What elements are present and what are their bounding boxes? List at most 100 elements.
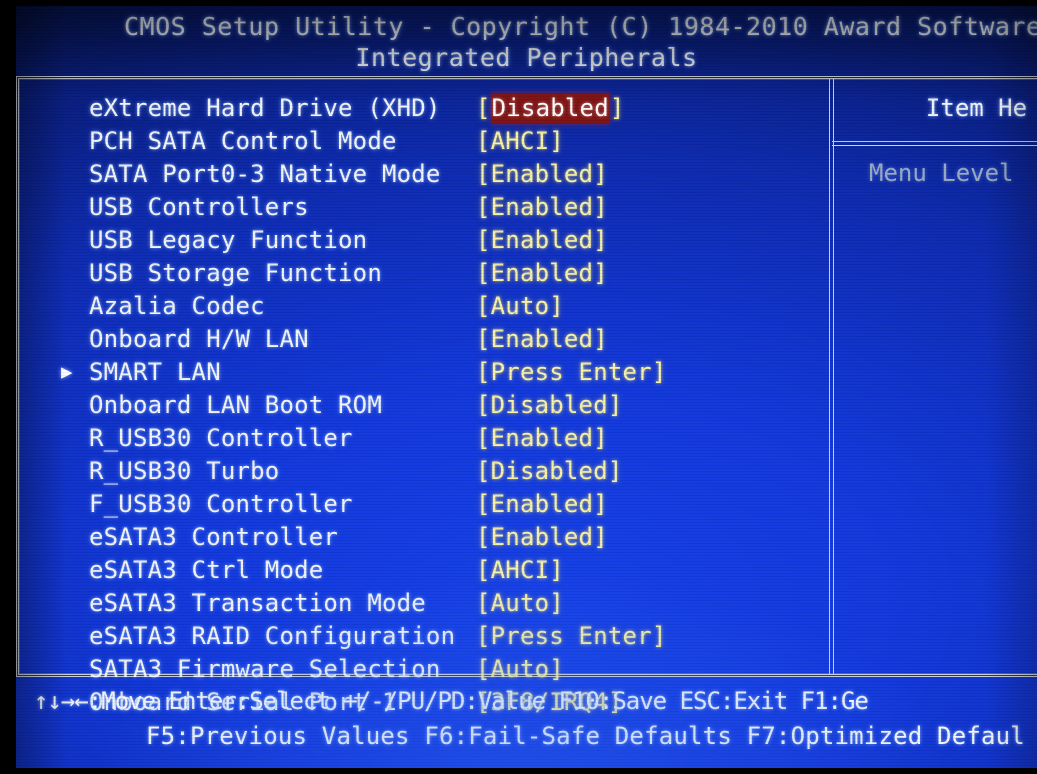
bracket-open: [	[476, 391, 491, 419]
bracket-close: ]	[593, 325, 608, 353]
option-value-text: Press Enter	[490, 358, 652, 386]
option-label: Onboard H/W LAN	[89, 325, 309, 353]
option-value[interactable]: [Enabled]	[476, 191, 608, 224]
bracket-open: [	[476, 325, 491, 353]
bracket-close: ]	[609, 94, 625, 122]
bracket-close: ]	[549, 556, 564, 584]
bracket-close: ]	[651, 622, 667, 650]
option-row[interactable]: eSATA3 Ctrl Mode [AHCI]	[19, 554, 829, 587]
option-row[interactable]: SATA3 Firmware Selection [Auto]	[19, 653, 829, 686]
option-value-text: Auto	[490, 655, 550, 683]
bracket-open: [	[476, 358, 491, 386]
option-value[interactable]: [Press Enter]	[476, 356, 666, 389]
key-legend-line-1: ↑↓→←:Move Enter:Select +/-/PU/PD:Value F…	[34, 687, 869, 715]
option-label: USB Legacy Function	[89, 226, 368, 254]
bracket-close: ]	[593, 490, 608, 518]
option-value-text: Enabled	[490, 490, 594, 518]
option-row[interactable]: SATA Port0-3 Native Mode [Enabled]	[19, 158, 829, 191]
option-label: PCH SATA Control Mode	[89, 127, 397, 155]
option-row[interactable]: ▶ SMART LAN [Press Enter]	[19, 356, 829, 389]
option-row[interactable]: PCH SATA Control Mode [AHCI]	[19, 125, 829, 158]
option-value-text: Auto	[490, 589, 550, 617]
bracket-open: [	[476, 193, 491, 221]
option-row[interactable]: Azalia Codec [Auto]	[19, 290, 829, 323]
option-value[interactable]: [Enabled]	[476, 488, 608, 521]
bracket-open: [	[476, 226, 491, 254]
option-value-text: Enabled	[490, 226, 594, 254]
option-value[interactable]: [Auto]	[476, 290, 564, 323]
option-row[interactable]: R_USB30 Controller [Enabled]	[19, 422, 829, 455]
option-row[interactable]: eSATA3 Controller [Enabled]	[19, 521, 829, 554]
item-help-panel: Item He Menu Level	[832, 79, 1037, 674]
bracket-open: [	[476, 457, 491, 485]
bracket-open: [	[476, 292, 491, 320]
option-value[interactable]: [Disabled]	[476, 389, 623, 422]
option-row[interactable]: eXtreme Hard Drive (XHD) [Disabled]	[19, 92, 829, 125]
option-value-text: Enabled	[490, 259, 594, 287]
option-value-text: Enabled	[490, 325, 594, 353]
main-panel: eXtreme Hard Drive (XHD) [Disabled] PCH SA…	[16, 76, 1037, 716]
bracket-close: ]	[651, 358, 667, 386]
option-value[interactable]: [Enabled]	[476, 158, 608, 191]
option-value-text: Disabled	[490, 93, 610, 124]
bracket-open: [	[476, 655, 491, 683]
option-value[interactable]: [Disabled]	[476, 455, 623, 488]
option-value[interactable]: [Disabled]	[476, 92, 625, 125]
bracket-close: ]	[593, 424, 608, 452]
option-row[interactable]: USB Controllers [Enabled]	[19, 191, 829, 224]
title-block: CMOS Setup Utility - Copyright (C) 1984-…	[16, 6, 1037, 73]
option-label: R_USB30 Controller	[89, 424, 353, 452]
option-row[interactable]: eSATA3 RAID Configuration [Press Enter]	[19, 620, 829, 653]
option-row[interactable]: USB Storage Function [Enabled]	[19, 257, 829, 290]
bracket-close: ]	[607, 457, 623, 485]
bracket-close: ]	[593, 259, 608, 287]
crt-screen: CMOS Setup Utility - Copyright (C) 1984-…	[0, 0, 1037, 774]
bracket-close: ]	[593, 523, 608, 551]
option-value[interactable]: [Enabled]	[476, 257, 608, 290]
bracket-open: [	[476, 523, 491, 551]
item-help-title: Item He	[925, 94, 1028, 122]
option-value[interactable]: [Enabled]	[476, 422, 608, 455]
option-label: eXtreme Hard Drive (XHD)	[89, 94, 441, 122]
option-value[interactable]: [Enabled]	[476, 224, 608, 257]
option-value-text: Enabled	[490, 523, 594, 551]
bracket-open: [	[476, 259, 491, 287]
item-help-separator	[832, 141, 1037, 146]
option-value[interactable]: [AHCI]	[476, 554, 564, 587]
option-value[interactable]: [Enabled]	[476, 323, 608, 356]
bracket-close: ]	[549, 292, 564, 320]
submenu-arrow-icon: ▶	[61, 361, 73, 383]
option-label: Azalia Codec	[89, 292, 265, 320]
bracket-open: [	[476, 556, 491, 584]
options-list: eXtreme Hard Drive (XHD) [Disabled] PCH SA…	[19, 79, 829, 719]
option-row[interactable]: USB Legacy Function [Enabled]	[19, 224, 829, 257]
option-label: eSATA3 Ctrl Mode	[89, 556, 324, 584]
key-legend-bar: ↑↓→←:Move Enter:Select +/-/PU/PD:Value F…	[16, 684, 1037, 754]
option-row[interactable]: Onboard LAN Boot ROM [Disabled]	[19, 389, 829, 422]
option-value-text: Press Enter	[490, 622, 652, 650]
option-label: eSATA3 Controller	[89, 523, 339, 551]
option-row[interactable]: eSATA3 Transaction Mode [Auto]	[19, 587, 829, 620]
option-value[interactable]: [Enabled]	[476, 521, 608, 554]
bracket-open: [	[476, 490, 491, 518]
bracket-open: [	[476, 94, 491, 122]
option-value[interactable]: [Press Enter]	[476, 620, 666, 653]
bracket-close: ]	[549, 127, 564, 155]
option-label: F_USB30 Controller	[89, 490, 353, 518]
option-value[interactable]: [AHCI]	[476, 125, 564, 158]
option-row[interactable]: F_USB30 Controller [Enabled]	[19, 488, 829, 521]
option-value[interactable]: [Auto]	[476, 587, 564, 620]
option-value-text: Disabled	[490, 457, 608, 485]
option-row[interactable]: R_USB30 Turbo [Disabled]	[19, 455, 829, 488]
bracket-open: [	[476, 160, 491, 188]
option-label: eSATA3 Transaction Mode	[89, 589, 426, 617]
option-value[interactable]: [Auto]	[476, 653, 564, 686]
option-value-text: Enabled	[490, 424, 594, 452]
page-subtitle: Integrated Peripherals	[355, 43, 698, 72]
bracket-close: ]	[549, 655, 564, 683]
option-row[interactable]: Onboard H/W LAN [Enabled]	[19, 323, 829, 356]
bracket-open: [	[476, 622, 491, 650]
bracket-open: [	[476, 589, 491, 617]
bios-screen: CMOS Setup Utility - Copyright (C) 1984-…	[16, 6, 1037, 768]
option-value-text: Disabled	[490, 391, 608, 419]
